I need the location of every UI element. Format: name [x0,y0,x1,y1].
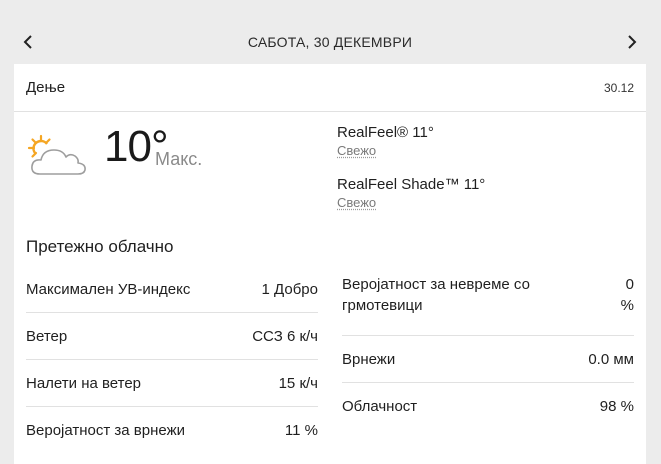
details-left-column: Максимален УВ-индекс 1 Добро Ветер ССЗ 6… [26,266,318,453]
partly-cloudy-icon [26,134,88,182]
detail-row-gusts: Налети на ветер 15 к/ч [26,360,318,407]
detail-value-unit: % [621,297,634,314]
period-header: Дење 30.12 [14,64,646,112]
realfeel-shade-block: RealFeel Shade™ 11° Свежо [337,176,485,210]
detail-row-precipitation: Врнежи 0.0 мм [342,336,634,383]
chevron-left-icon[interactable] [14,28,42,56]
detail-value: 98 % [600,398,634,415]
forecast-card: Дење 30.12 10° Макс. RealFeel® 11° Свежо… [14,64,646,464]
period-name: Дење [26,79,65,96]
detail-value: 0 % [594,274,634,316]
detail-label: Налети на ветер [26,375,141,392]
detail-row-uv: Максимален УВ-индекс 1 Добро [26,266,318,313]
realfeel-shade-desc[interactable]: Свежо [337,195,485,210]
realfeel-desc[interactable]: Свежо [337,143,434,158]
detail-label: Максимален УВ-индекс [26,281,190,298]
details-panel: Максимален УВ-индекс 1 Добро Ветер ССЗ 6… [26,266,634,453]
weather-phrase: Претежно облачно [26,237,174,257]
detail-label: Веројатност за невреме со грмотевици [342,274,547,316]
detail-value-number: 0 [626,276,634,293]
detail-row-precip-probability: Веројатност за врнежи 11 % [26,407,318,453]
period-date: 30.12 [604,81,634,95]
detail-row-thunderstorm: Веројатност за невреме со грмотевици 0 % [342,266,634,336]
current-conditions: 10° Макс. RealFeel® 11° Свежо RealFeel S… [14,112,646,232]
realfeel-label: RealFeel® 11° [337,124,434,141]
detail-label: Веројатност за врнежи [26,422,185,439]
detail-label: Врнежи [342,351,395,368]
details-right-column: Веројатност за невреме со грмотевици 0 %… [342,266,634,453]
detail-label: Облачност [342,398,417,415]
detail-value: ССЗ 6 к/ч [252,328,318,345]
detail-value: 1 Добро [262,281,318,298]
temperature-label: Макс. [155,149,202,170]
detail-value: 0.0 мм [588,351,634,368]
detail-value: 15 к/ч [279,375,318,392]
detail-row-wind: Ветер ССЗ 6 к/ч [26,313,318,360]
realfeel-shade-label: RealFeel Shade™ 11° [337,176,485,193]
realfeel-block: RealFeel® 11° Свежо [337,124,434,158]
detail-value: 11 % [285,422,318,439]
detail-row-cloud-cover: Облачност 98 % [342,383,634,429]
detail-label: Ветер [26,328,67,345]
chevron-right-icon[interactable] [618,28,646,56]
page-title: САБОТА, 30 ДЕКЕМВРИ [248,34,412,50]
date-navigation: САБОТА, 30 ДЕКЕМВРИ [14,20,646,64]
